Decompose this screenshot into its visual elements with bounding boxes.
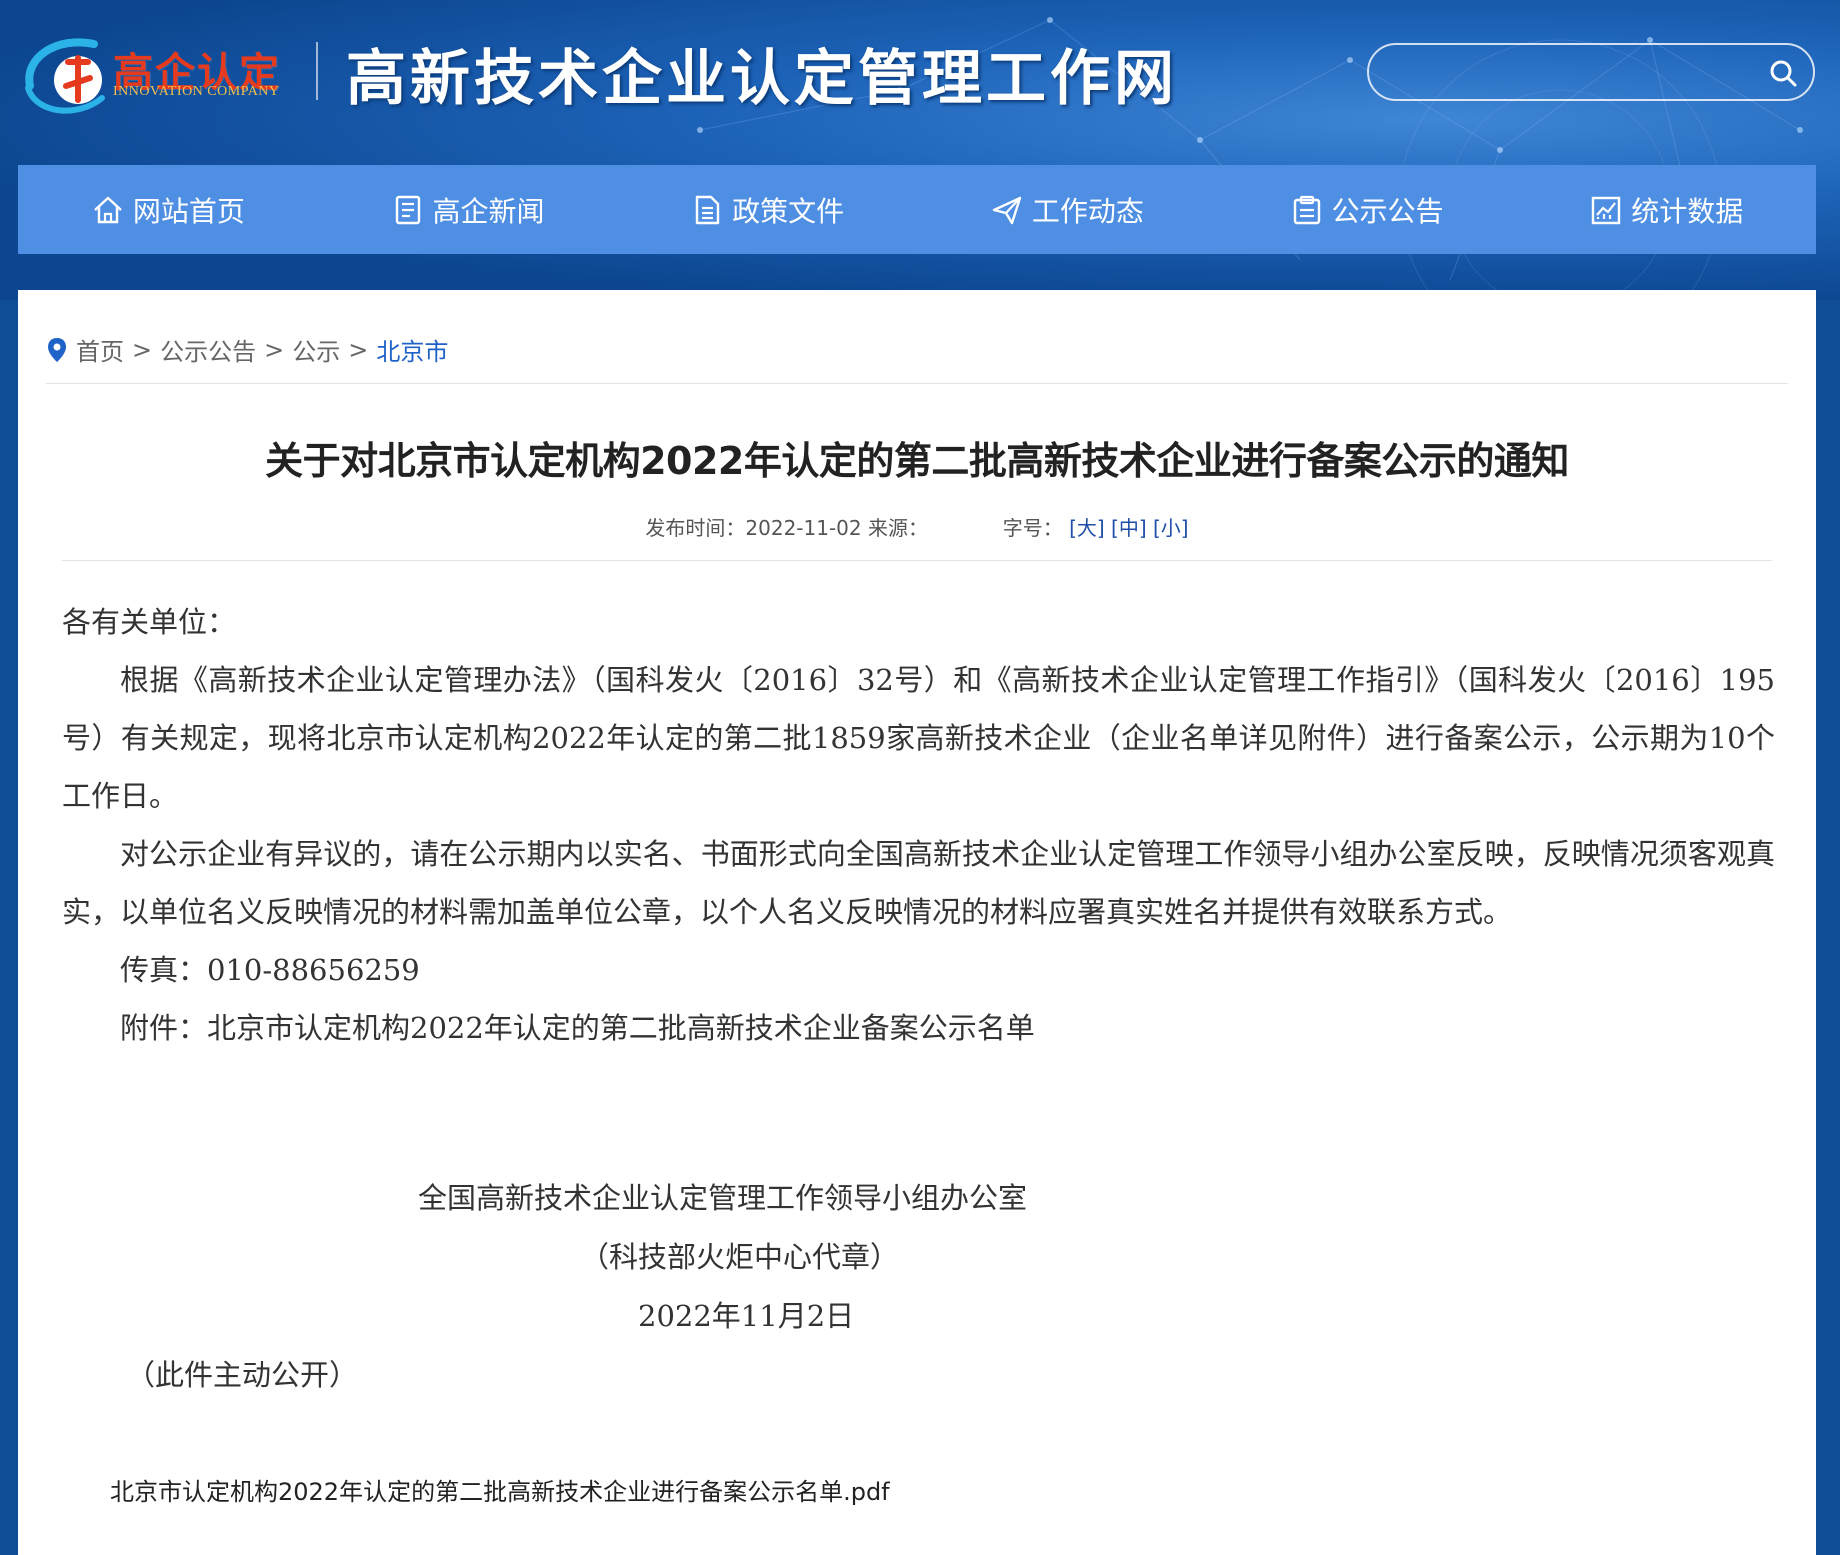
breadcrumb-beijing[interactable]: 北京市 <box>376 332 448 367</box>
nav-label: 统计数据 <box>1631 194 1744 228</box>
nav-item-news[interactable]: 高企新闻 <box>318 165 618 254</box>
nav-item-work[interactable]: 工作动态 <box>917 165 1217 254</box>
search-icon[interactable] <box>1767 57 1799 89</box>
nav-item-announcements[interactable]: 公示公告 <box>1217 165 1517 254</box>
signature-seal: （科技部火炬中心代章） <box>580 1240 900 1274</box>
breadcrumb-home[interactable]: 首页 <box>76 332 124 367</box>
nav-item-policy[interactable]: 政策文件 <box>617 165 917 254</box>
source-label: 来源： <box>867 516 928 540</box>
breadcrumb-separator: > <box>132 335 153 364</box>
nav-label: 网站首页 <box>132 194 245 228</box>
breadcrumb: 首页 > 公示公告 > 公示 > 北京市 <box>46 332 448 367</box>
nav-item-statistics[interactable]: 统计数据 <box>1516 165 1816 254</box>
nav-label: 工作动态 <box>1031 194 1144 228</box>
nav-label: 公示公告 <box>1331 194 1444 228</box>
location-pin-icon <box>48 337 66 362</box>
news-icon <box>395 195 420 224</box>
breadcrumb-separator: > <box>348 335 369 364</box>
divider <box>62 560 1772 561</box>
logo-subtitle: INNOVATION COMPANY <box>113 84 280 99</box>
publish-date: 2022-11-02 <box>745 516 862 540</box>
attachment-download-link[interactable]: 北京市认定机构2022年认定的第二批高新技术企业进行备案公示名单.pdf <box>110 1472 890 1507</box>
breadcrumb-separator: > <box>264 335 285 364</box>
public-note: （此件主动公开） <box>126 1358 359 1392</box>
font-size-small-button[interactable]: [小] <box>1153 516 1189 540</box>
fax-line: 传真：010-88656259 <box>120 953 420 987</box>
nav-label: 高企新闻 <box>432 194 545 228</box>
chart-icon <box>1591 196 1621 224</box>
site-title[interactable]: 高新技术企业认定管理工作网 <box>346 30 1178 117</box>
publish-label: 发布时间： <box>645 516 746 540</box>
breadcrumb-announcements[interactable]: 公示公告 <box>160 332 256 367</box>
article-meta: 发布时间：2022-11-02 来源： 字号： [大] [中] [小] <box>18 512 1816 541</box>
article-panel: 首页 > 公示公告 > 公示 > 北京市 关于对北京市认定机构2022年认定的第… <box>18 290 1816 1555</box>
clipboard-icon <box>1293 195 1320 224</box>
signature-org: 全国高新技术企业认定管理工作领导小组办公室 <box>418 1181 1028 1215</box>
attachment-line: 附件：北京市认定机构2022年认定的第二批高新技术企业备案公示名单 <box>120 1011 1035 1045</box>
site-header: 高企认定 INNOVATION COMPANY 高新技术企业认定管理工作网 <box>0 0 1840 165</box>
font-size-medium-button[interactable]: [中] <box>1111 516 1147 540</box>
article-title: 关于对北京市认定机构2022年认定的第二批高新技术企业进行备案公示的通知 <box>265 439 1569 483</box>
document-icon <box>695 195 720 224</box>
logo-icon[interactable] <box>16 28 112 118</box>
paragraph: 根据《高新技术企业认定管理办法》（国科发火〔2016〕32号）和《高新技术企业认… <box>62 663 1775 813</box>
article-body: 各有关单位： 根据《高新技术企业认定管理办法》（国科发火〔2016〕32号）和《… <box>62 593 1775 1057</box>
main-nav: 网站首页 高企新闻 政策文件 工作动态 公示公告 统计数据 <box>18 165 1816 254</box>
font-size-large-button[interactable]: [大] <box>1069 516 1105 540</box>
signature-date: 2022年11月2日 <box>638 1299 855 1333</box>
paragraph: 对公示企业有异议的，请在公示期内以实名、书面形式向全国高新技术企业认定管理工作领… <box>62 837 1775 929</box>
salutation: 各有关单位： <box>62 605 237 639</box>
divider <box>46 383 1788 384</box>
search-box <box>1367 43 1815 101</box>
breadcrumb-public-notice[interactable]: 公示 <box>292 332 340 367</box>
home-icon <box>94 196 122 223</box>
search-input[interactable] <box>1389 53 1753 93</box>
logo-divider <box>316 42 318 100</box>
nav-label: 政策文件 <box>732 194 845 228</box>
nav-item-home[interactable]: 网站首页 <box>18 165 318 254</box>
font-size-label: 字号： <box>1002 516 1063 540</box>
paper-plane-icon <box>992 196 1022 224</box>
